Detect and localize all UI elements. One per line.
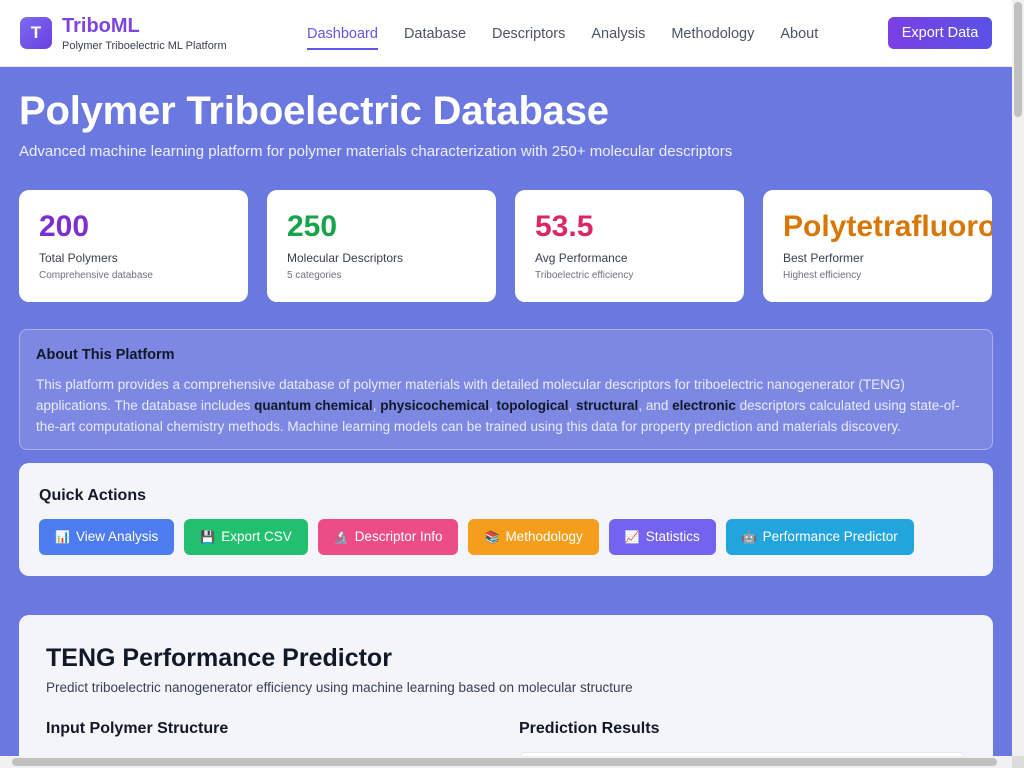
stat-label: Avg Performance (535, 251, 628, 265)
chart-icon: 📊 (55, 530, 70, 544)
about-text: This platform provides a comprehensive d… (36, 374, 976, 437)
button-label: Statistics (645, 529, 700, 544)
stat-label: Molecular Descriptors (287, 251, 404, 265)
stat-card-avg-performance: 53.5 Avg Performance Triboelectric effic… (515, 190, 744, 302)
view-analysis-button[interactable]: 📊 View Analysis (39, 519, 175, 555)
about-title: About This Platform (36, 347, 175, 363)
quick-actions-title: Quick Actions (39, 487, 146, 504)
predictor-subtitle: Predict triboelectric nanogenerator effi… (46, 680, 633, 695)
statistics-button[interactable]: 📈 Statistics (608, 519, 716, 555)
about-panel: About This Platform This platform provid… (19, 329, 993, 450)
quick-actions-row: 📊 View Analysis 💾 Export CSV 🔬 Descripto… (39, 519, 914, 555)
nav-database[interactable]: Database (404, 24, 466, 50)
stat-value: 53.5 (535, 210, 594, 243)
stat-value: 200 (39, 210, 90, 243)
scrollbar-corner (1012, 756, 1024, 768)
stat-description: Triboelectric efficiency (535, 270, 634, 281)
microscope-icon: 🔬 (333, 530, 349, 544)
page-title: Polymer Triboelectric Database (19, 89, 609, 133)
about-separator: , (568, 398, 577, 413)
stat-label: Best Performer (783, 251, 864, 265)
about-keyword: topological (496, 398, 569, 413)
floppy-disk-icon: 💾 (200, 530, 216, 544)
quick-actions-panel: Quick Actions 📊 View Analysis 💾 Export C… (19, 463, 993, 576)
brand-name[interactable]: TriboML (62, 15, 140, 37)
button-label: Descriptor Info (354, 529, 443, 544)
button-label: View Analysis (75, 529, 159, 544)
stat-description: Comprehensive database (39, 270, 153, 281)
page-subtitle: Advanced machine learning platform for p… (19, 143, 733, 160)
about-separator: , and (638, 398, 673, 413)
button-label: Export CSV (221, 529, 292, 544)
stat-card-best-performer: Polytetrafluoroethylene Best Performer H… (763, 190, 992, 302)
about-keyword: quantum chemical (254, 398, 373, 413)
brand-subtitle: Polymer Triboelectric ML Platform (62, 40, 227, 52)
results-section-title: Prediction Results (519, 720, 660, 737)
horizontal-scroll-thumb[interactable] (12, 758, 997, 766)
stat-card-descriptors: 250 Molecular Descriptors 5 categories (267, 190, 496, 302)
stat-card-total-polymers: 200 Total Polymers Comprehensive databas… (19, 190, 248, 302)
button-label: Methodology (505, 529, 583, 544)
button-label: Performance Predictor (762, 529, 898, 544)
nav-descriptors[interactable]: Descriptors (492, 24, 565, 50)
horizontal-scrollbar[interactable] (0, 756, 1012, 768)
teng-predictor-panel: TENG Performance Predictor Predict tribo… (19, 615, 993, 768)
export-csv-button[interactable]: 💾 Export CSV (184, 519, 308, 555)
trend-chart-icon: 📈 (624, 530, 640, 544)
input-section-title: Input Polymer Structure (46, 720, 229, 737)
stat-description: Highest efficiency (783, 270, 862, 281)
stat-value: Polytetrafluoroethylene (783, 210, 992, 243)
stat-value: 250 (287, 210, 338, 243)
export-data-button[interactable]: Export Data (888, 17, 992, 49)
robot-icon: 🤖 (741, 530, 757, 544)
stat-description: 5 categories (287, 270, 342, 281)
nav-analysis[interactable]: Analysis (591, 24, 645, 50)
descriptor-info-button[interactable]: 🔬 Descriptor Info (317, 519, 459, 555)
about-keyword: structural (576, 398, 639, 413)
vertical-scrollbar[interactable] (1012, 0, 1024, 756)
predictor-title: TENG Performance Predictor (46, 644, 392, 672)
about-keyword: physicochemical (380, 398, 490, 413)
main-nav: Dashboard Database Descriptors Analysis … (307, 24, 818, 50)
books-icon: 📚 (484, 530, 500, 544)
methodology-button[interactable]: 📚 Methodology (468, 519, 599, 555)
about-keyword: electronic (672, 398, 736, 413)
stat-label: Total Polymers (39, 251, 118, 265)
top-navbar: T TriboML Polymer Triboelectric ML Platf… (0, 0, 1012, 67)
nav-methodology[interactable]: Methodology (671, 24, 754, 50)
about-separator: , (489, 398, 497, 413)
vertical-scroll-thumb[interactable] (1014, 2, 1022, 117)
nav-about[interactable]: About (780, 24, 818, 50)
nav-dashboard[interactable]: Dashboard (307, 24, 378, 50)
logo-icon[interactable]: T (20, 17, 52, 49)
performance-predictor-button[interactable]: 🤖 Performance Predictor (725, 519, 914, 555)
